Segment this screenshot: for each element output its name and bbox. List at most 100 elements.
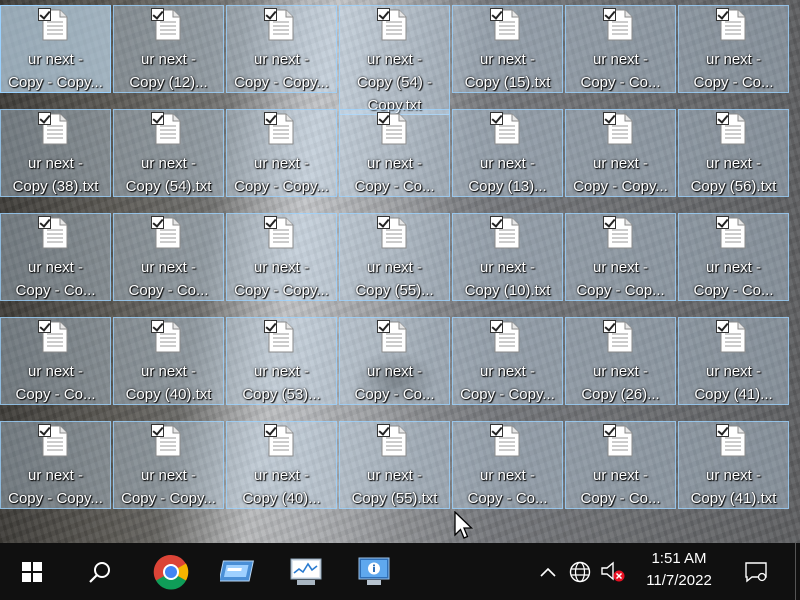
desktop-file-icon[interactable]: ur next - Copy - Copy... xyxy=(113,421,224,509)
selection-checkbox[interactable] xyxy=(377,216,390,229)
file-name-line: Copy - Copy... xyxy=(234,178,329,195)
selection-checkbox[interactable] xyxy=(377,112,390,125)
desktop-file-icon[interactable]: ur next - Copy (26)... xyxy=(565,317,676,405)
file-name-line: ur next - xyxy=(479,467,536,484)
selection-checkbox[interactable] xyxy=(151,8,164,21)
selection-checkbox[interactable] xyxy=(151,320,164,333)
desktop-file-icon[interactable]: ur next - Copy - Co... xyxy=(0,317,111,405)
desktop-file-icon[interactable]: ur next - Copy - Copy... xyxy=(226,109,337,197)
file-name-line: ur next - xyxy=(592,51,649,68)
desktop-file-icon[interactable]: ur next - Copy - Co... xyxy=(339,109,450,197)
desktop-file-icon[interactable]: ur next - Copy (54) - Copy.txt xyxy=(339,5,450,115)
selection-checkbox[interactable] xyxy=(377,8,390,21)
chrome-taskbar-button[interactable] xyxy=(140,543,202,600)
selection-checkbox[interactable] xyxy=(38,216,51,229)
desktop-file-icon[interactable]: ur next - Copy (54).txt xyxy=(113,109,224,197)
desktop-file-icon[interactable]: ur next - Copy - Copy... xyxy=(565,109,676,197)
desktop-file-icon[interactable]: ur next - Copy - Co... xyxy=(452,421,563,509)
desktop-file-icon[interactable]: ur next - Copy - Cop... xyxy=(565,213,676,301)
desktop-file-icon[interactable]: ur next - Copy (41).txt xyxy=(678,421,789,509)
desktop[interactable]: ur next - Copy - Copy... ur next - Copy (12… xyxy=(0,0,800,543)
selection-checkbox[interactable] xyxy=(151,424,164,437)
file-name-line: ur next - xyxy=(705,467,762,484)
selection-checkbox[interactable] xyxy=(603,112,616,125)
desktop-file-icon[interactable]: ur next - Copy (56).txt xyxy=(678,109,789,197)
file-name-label: ur next - Copy (38).txt xyxy=(1,152,110,198)
selection-checkbox[interactable] xyxy=(151,216,164,229)
file-name-label: ur next - Copy (55)... xyxy=(340,256,449,302)
file-name-line: ur next - xyxy=(366,363,423,380)
selection-checkbox[interactable] xyxy=(716,112,729,125)
desktop-file-icon[interactable]: ur next - Copy (12)... xyxy=(113,5,224,93)
desktop-file-icon[interactable]: ur next - Copy - Copy... xyxy=(0,421,111,509)
desktop-file-icon[interactable]: ur next - Copy - Co... xyxy=(0,213,111,301)
notification-icon xyxy=(745,561,767,582)
desktop-file-icon[interactable]: ur next - Copy (53)... xyxy=(226,317,337,405)
file-name-line: ur next - xyxy=(479,363,536,380)
search-button[interactable] xyxy=(70,543,130,600)
desktop-file-icon[interactable]: ur next - Copy - Co... xyxy=(113,213,224,301)
desktop-file-icon[interactable]: ur next - Copy - Co... xyxy=(678,5,789,93)
desktop-file-icon[interactable]: ur next - Copy - Co... xyxy=(339,317,450,405)
selection-checkbox[interactable] xyxy=(490,112,503,125)
selection-checkbox[interactable] xyxy=(38,424,51,437)
selection-checkbox[interactable] xyxy=(490,8,503,21)
desktop-file-icon[interactable]: ur next - Copy (15).txt xyxy=(452,5,563,93)
selection-checkbox[interactable] xyxy=(377,424,390,437)
performance-monitor-taskbar-button[interactable] xyxy=(276,543,336,600)
start-button[interactable] xyxy=(0,543,64,600)
desktop-file-icon[interactable]: ur next - Copy (13)... xyxy=(452,109,563,197)
windows-start-icon xyxy=(22,561,42,582)
selection-checkbox[interactable] xyxy=(716,8,729,21)
network-tray-button[interactable] xyxy=(564,543,596,600)
show-hidden-icons-button[interactable] xyxy=(534,543,562,600)
desktop-file-icon[interactable]: ur next - Copy (41)... xyxy=(678,317,789,405)
desktop-file-icon[interactable]: ur next - Copy (55)... xyxy=(339,213,450,301)
desktop-file-icon[interactable]: ur next - Copy - Co... xyxy=(678,213,789,301)
desktop-file-icon[interactable]: ur next - Copy (10).txt xyxy=(452,213,563,301)
desktop-file-icon[interactable]: ur next - Copy (38).txt xyxy=(0,109,111,197)
desktop-file-icon[interactable]: ur next - Copy - Co... xyxy=(565,5,676,93)
mouse-cursor-icon xyxy=(454,511,474,539)
desktop-file-icon[interactable]: ur next - Copy (40)... xyxy=(226,421,337,509)
system-info-taskbar-button[interactable] xyxy=(344,543,404,600)
selection-checkbox[interactable] xyxy=(264,112,277,125)
selection-checkbox[interactable] xyxy=(716,424,729,437)
selection-checkbox[interactable] xyxy=(151,112,164,125)
file-name-line: ur next - xyxy=(253,363,310,380)
desktop-file-icon[interactable]: ur next - Copy - Copy... xyxy=(226,213,337,301)
file-name-line: Copy (40).txt xyxy=(125,386,212,403)
selection-checkbox[interactable] xyxy=(264,320,277,333)
search-icon xyxy=(89,561,110,583)
file-name-line: ur next - xyxy=(705,155,762,172)
selection-checkbox[interactable] xyxy=(603,320,616,333)
selection-checkbox[interactable] xyxy=(603,8,616,21)
file-name-line: Copy - Copy... xyxy=(8,74,103,91)
desktop-file-icon[interactable]: ur next - Copy - Copy... xyxy=(452,317,563,405)
task-view-taskbar-button[interactable] xyxy=(208,543,268,600)
selection-checkbox[interactable] xyxy=(716,216,729,229)
desktop-file-icon[interactable]: ur next - Copy - Copy... xyxy=(226,5,337,93)
desktop-file-icon[interactable]: ur next - Copy (40).txt xyxy=(113,317,224,405)
selection-checkbox[interactable] xyxy=(38,320,51,333)
file-name-line: ur next - xyxy=(592,259,649,276)
selection-checkbox[interactable] xyxy=(264,8,277,21)
selection-checkbox[interactable] xyxy=(38,112,51,125)
desktop-file-icon[interactable]: ur next - Copy - Co... xyxy=(565,421,676,509)
action-center-button[interactable] xyxy=(736,543,776,600)
selection-checkbox[interactable] xyxy=(716,320,729,333)
selection-checkbox[interactable] xyxy=(264,216,277,229)
selection-checkbox[interactable] xyxy=(490,320,503,333)
selection-checkbox[interactable] xyxy=(38,8,51,21)
desktop-file-icon[interactable]: ur next - Copy - Copy... xyxy=(0,5,111,93)
selection-checkbox[interactable] xyxy=(264,424,277,437)
show-desktop-strip[interactable] xyxy=(795,543,800,600)
desktop-file-icon[interactable]: ur next - Copy (55).txt xyxy=(339,421,450,509)
volume-tray-button[interactable] xyxy=(598,543,628,600)
selection-checkbox[interactable] xyxy=(377,320,390,333)
selection-checkbox[interactable] xyxy=(490,216,503,229)
selection-checkbox[interactable] xyxy=(490,424,503,437)
selection-checkbox[interactable] xyxy=(603,216,616,229)
selection-checkbox[interactable] xyxy=(603,424,616,437)
taskbar-clock[interactable]: 1:51 AM 11/7/2022 xyxy=(626,543,732,600)
